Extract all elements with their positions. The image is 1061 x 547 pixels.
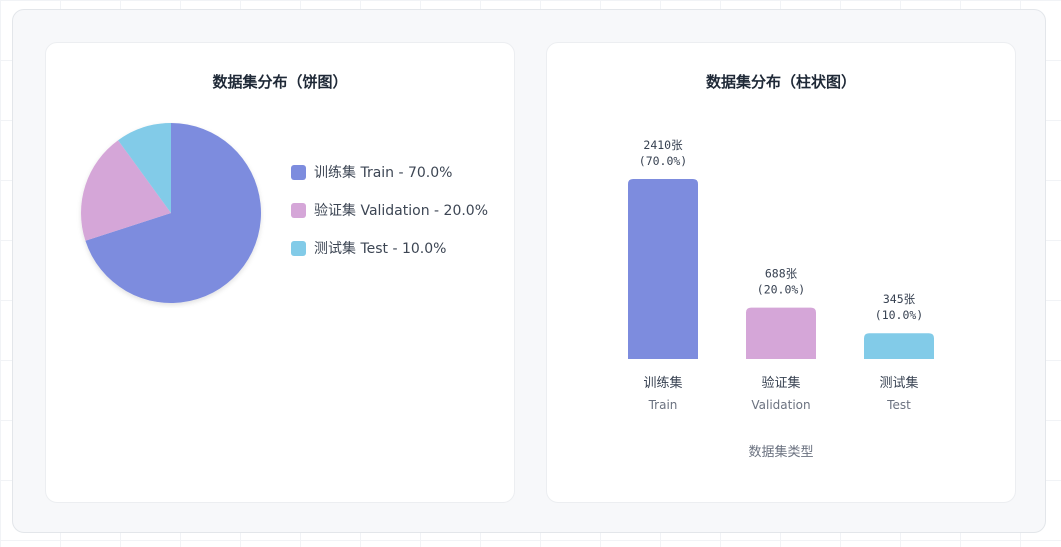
bar-test[interactable] bbox=[864, 333, 934, 359]
bar-value-label-validation: 688张 bbox=[765, 267, 798, 281]
bar-percent-label-train: (70.0%) bbox=[639, 154, 687, 168]
dashboard-panel: 数据集分布（饼图） 训练集 Train - 70.0% 验证集 Validati… bbox=[12, 9, 1046, 533]
bar-chart-card: 数据集分布（柱状图） 2410张 (70.0%) 训练集 Train 688张 (20.0… bbox=[546, 42, 1016, 503]
x-tick-sublabel-train: Train bbox=[648, 398, 678, 412]
legend-swatch-train bbox=[291, 164, 306, 180]
pie-legend: 训练集 Train - 70.0% 验证集 Validation - 20.0%… bbox=[291, 161, 488, 275]
bar-percent-label-test: (10.0%) bbox=[875, 308, 923, 322]
bar-train[interactable] bbox=[628, 179, 698, 359]
x-tick-label-train: 训练集 bbox=[643, 375, 682, 391]
x-tick-sublabel-validation: Validation bbox=[751, 398, 810, 412]
legend-item-test[interactable]: 测试集 Test - 10.0% bbox=[291, 237, 488, 259]
pie-chart-title: 数据集分布（饼图） bbox=[212, 73, 348, 91]
x-tick-sublabel-test: Test bbox=[886, 398, 911, 412]
legend-swatch-validation bbox=[291, 202, 306, 218]
pie-chart-card: 数据集分布（饼图） 训练集 Train - 70.0% 验证集 Validati… bbox=[45, 42, 515, 503]
legend-label-train: 训练集 Train - 70.0% bbox=[314, 165, 453, 181]
bar-validation[interactable] bbox=[746, 307, 816, 359]
x-tick-label-validation: 验证集 bbox=[761, 375, 800, 391]
legend-label-test: 测试集 Test - 10.0% bbox=[314, 241, 447, 257]
bar-chart: 2410张 (70.0%) 训练集 Train 688张 (20.0%) 验证集 Valida… bbox=[628, 138, 934, 460]
legend-item-train[interactable]: 训练集 Train - 70.0% bbox=[291, 161, 488, 183]
legend-swatch-test bbox=[291, 240, 306, 256]
legend-item-validation[interactable]: 验证集 Validation - 20.0% bbox=[291, 199, 488, 221]
legend-label-validation: 验证集 Validation - 20.0% bbox=[314, 203, 489, 219]
bar-percent-label-validation: (20.0%) bbox=[757, 283, 805, 297]
x-axis-title: 数据集类型 bbox=[748, 444, 813, 460]
bar-value-label-test: 345张 bbox=[883, 292, 916, 306]
x-tick-label-test: 测试集 bbox=[879, 375, 918, 391]
bar-value-label-train: 2410张 bbox=[643, 138, 683, 152]
pie-chart bbox=[81, 123, 262, 303]
